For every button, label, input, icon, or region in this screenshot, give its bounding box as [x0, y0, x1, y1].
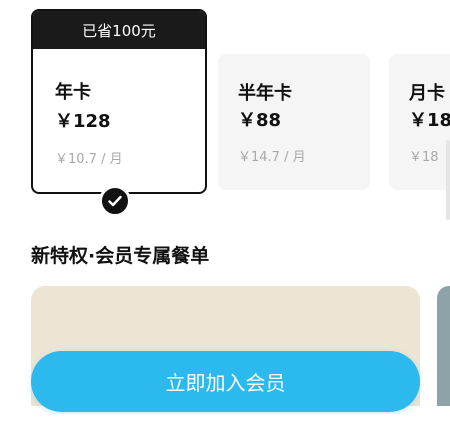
plan-card-monthly[interactable]: 月卡 ￥18 ￥18: [389, 54, 450, 190]
plan-price: ￥18: [409, 110, 450, 131]
plan-card-annual[interactable]: 已省100元 年卡 ￥128 ￥10.7 / 月: [31, 9, 207, 194]
horizontal-scroll-hint: [446, 140, 450, 220]
plan-monthly-price: ￥18: [409, 150, 439, 165]
plan-card-half-year[interactable]: 半年卡 ￥88 ￥14.7 / 月: [218, 54, 370, 190]
plan-price: ￥128: [55, 111, 111, 132]
plan-monthly-price: ￥10.7 / 月: [55, 152, 123, 167]
section-title: 新特权·会员专属餐单: [31, 245, 210, 267]
bottom-safe-area: [0, 414, 450, 425]
membership-page: 已省100元 年卡 ￥128 ￥10.7 / 月 半年卡 ￥88 ￥14.7 /…: [0, 0, 450, 425]
join-membership-button[interactable]: 立即加入会员: [31, 351, 420, 412]
plan-price: ￥88: [238, 110, 282, 131]
plan-name: 月卡: [409, 83, 445, 104]
savings-badge: 已省100元: [33, 11, 205, 49]
plan-name: 年卡: [55, 82, 91, 103]
plan-name: 半年卡: [238, 83, 292, 104]
check-icon: [99, 185, 131, 217]
plan-monthly-price: ￥14.7 / 月: [238, 150, 306, 165]
next-menu-card-preview[interactable]: [437, 286, 450, 406]
